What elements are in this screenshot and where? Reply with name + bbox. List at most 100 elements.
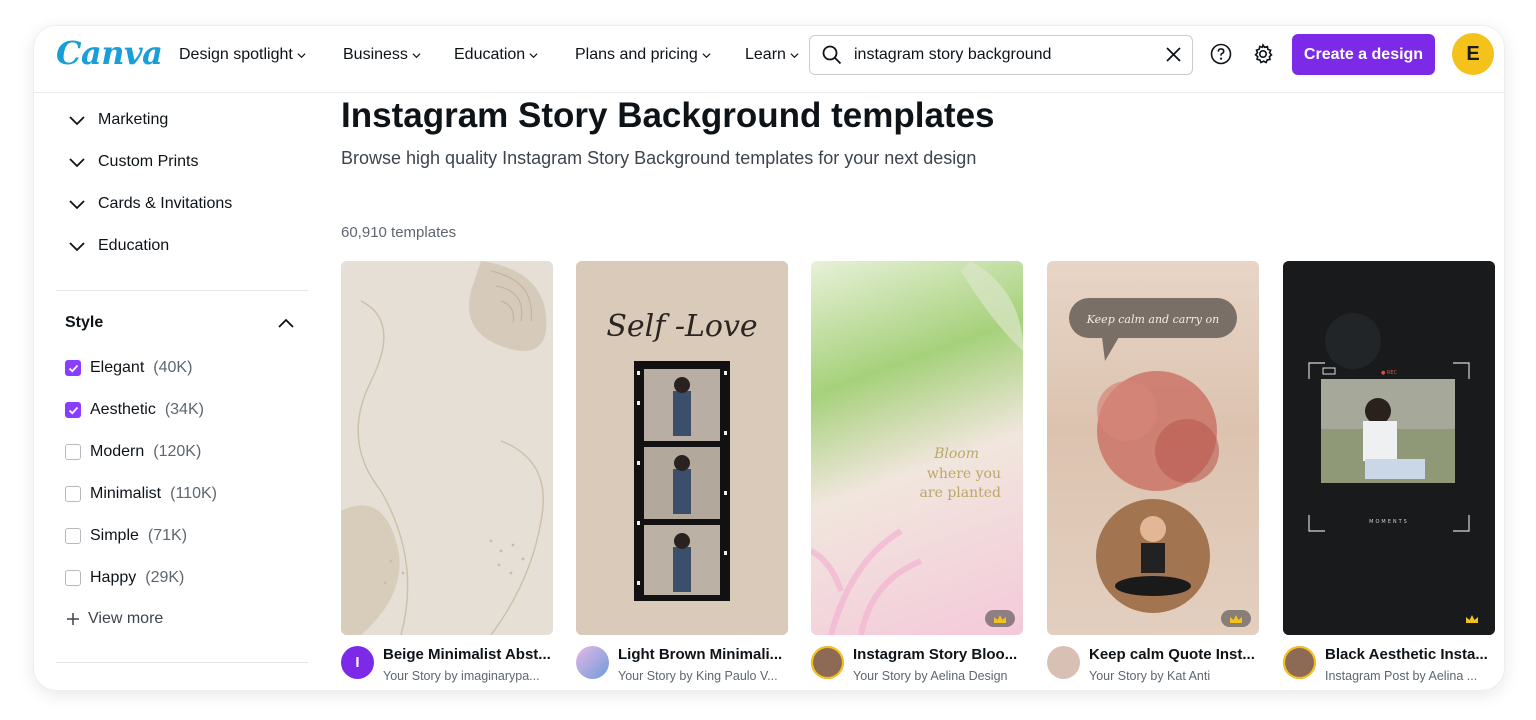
svg-text:Keep calm and carry on: Keep calm and carry on bbox=[1086, 313, 1219, 326]
checkbox-checked[interactable] bbox=[65, 360, 81, 376]
search-icon bbox=[822, 45, 842, 65]
page-title: Instagram Story Background templates bbox=[341, 96, 995, 135]
chevron-down-icon bbox=[702, 52, 711, 58]
checkbox-checked[interactable] bbox=[65, 402, 81, 418]
premium-crown-badge bbox=[1457, 610, 1487, 627]
canva-logo[interactable]: Canva bbox=[56, 34, 163, 72]
svg-text:are planted: are planted bbox=[920, 485, 1001, 501]
create-design-button[interactable]: Create a design bbox=[1292, 34, 1435, 75]
checkbox[interactable] bbox=[65, 570, 81, 586]
premium-crown-badge bbox=[1221, 610, 1251, 627]
template-card-info[interactable]: I Beige Minimalist Abst... Your Story by… bbox=[341, 643, 561, 690]
view-more-button[interactable]: View more bbox=[66, 610, 163, 628]
svg-text:● REC: ● REC bbox=[1381, 370, 1398, 376]
style-option-simple[interactable]: Simple (71K) bbox=[65, 527, 187, 545]
checkbox[interactable] bbox=[65, 444, 81, 460]
style-option-aesthetic[interactable]: Aesthetic (34K) bbox=[65, 401, 204, 419]
template-card-info[interactable]: Instagram Story Bloo... Your Story by Ae… bbox=[811, 643, 1031, 690]
help-icon[interactable] bbox=[1210, 43, 1232, 65]
option-count: (29K) bbox=[145, 569, 185, 586]
template-name[interactable]: Keep calm Quote Inst... bbox=[1089, 646, 1255, 663]
chevron-down-icon bbox=[69, 242, 85, 252]
option-count: (34K) bbox=[164, 401, 204, 418]
nav-plans-pricing[interactable]: Plans and pricing bbox=[575, 46, 711, 64]
template-creator: Your Story by Kat Anti bbox=[1089, 669, 1211, 683]
top-header: Canva Design spotlight Business Educatio… bbox=[34, 26, 1504, 93]
template-card-info[interactable]: Black Aesthetic Insta... Instagram Post … bbox=[1283, 643, 1503, 690]
creator-avatar bbox=[1283, 646, 1316, 679]
nav-business[interactable]: Business bbox=[343, 46, 421, 64]
checkbox[interactable] bbox=[65, 486, 81, 502]
chevron-down-icon bbox=[790, 52, 799, 58]
sidebar-divider bbox=[56, 290, 308, 291]
clear-search-icon[interactable] bbox=[1165, 46, 1182, 63]
style-filter-heading: Style bbox=[65, 314, 104, 331]
category-education[interactable]: Education bbox=[68, 237, 169, 255]
template-creator: Your Story by Aelina Design bbox=[853, 669, 1008, 683]
template-card-info[interactable]: Keep calm Quote Inst... Your Story by Ka… bbox=[1047, 643, 1267, 690]
checkbox[interactable] bbox=[65, 528, 81, 544]
template-name[interactable]: Beige Minimalist Abst... bbox=[383, 646, 551, 663]
svg-text:where you: where you bbox=[927, 466, 1001, 482]
nav-education[interactable]: Education bbox=[454, 46, 538, 64]
browser-frame: Canva Design spotlight Business Educatio… bbox=[34, 26, 1504, 690]
chevron-down-icon bbox=[69, 116, 85, 126]
nav-learn[interactable]: Learn bbox=[745, 46, 799, 64]
style-option-modern[interactable]: Modern (120K) bbox=[65, 443, 201, 461]
nav-label: Design spotlight bbox=[179, 46, 293, 63]
sidebar-divider bbox=[56, 662, 308, 663]
film-strip-illustration: Self -Love bbox=[576, 261, 788, 635]
creator-avatar bbox=[811, 646, 844, 679]
filter-sidebar: Marketing Custom Prints Cards & Invitati… bbox=[34, 92, 324, 690]
plus-icon bbox=[67, 613, 79, 625]
category-custom-prints[interactable]: Custom Prints bbox=[68, 153, 198, 171]
template-creator: Instagram Post by Aelina ... bbox=[1325, 669, 1478, 683]
svg-text:Self -Love: Self -Love bbox=[606, 309, 757, 344]
template-card-thumbnail[interactable]: Keep calm and carry on bbox=[1047, 261, 1259, 635]
search-input[interactable] bbox=[854, 44, 1144, 66]
template-creator: Your Story by imaginarypa... bbox=[383, 669, 540, 683]
option-label: Elegant bbox=[90, 359, 145, 376]
nav-label: Education bbox=[454, 46, 526, 63]
category-label: Marketing bbox=[98, 111, 169, 128]
nav-design-spotlight[interactable]: Design spotlight bbox=[179, 46, 306, 64]
option-label: Aesthetic bbox=[90, 401, 156, 418]
creator-avatar bbox=[576, 646, 609, 679]
category-marketing[interactable]: Marketing bbox=[68, 111, 168, 129]
chevron-down-icon bbox=[529, 52, 538, 58]
template-name[interactable]: Instagram Story Bloo... bbox=[853, 646, 1017, 663]
crown-icon bbox=[1466, 614, 1478, 623]
option-label: Minimalist bbox=[90, 485, 162, 502]
template-name[interactable]: Light Brown Minimali... bbox=[618, 646, 782, 663]
nav-label: Learn bbox=[745, 46, 786, 63]
category-label: Education bbox=[98, 237, 170, 254]
category-cards-invitations[interactable]: Cards & Invitations bbox=[68, 195, 232, 213]
template-name[interactable]: Black Aesthetic Insta... bbox=[1325, 646, 1488, 663]
option-label: Modern bbox=[90, 443, 145, 460]
template-card-info[interactable]: Light Brown Minimali... Your Story by Ki… bbox=[576, 643, 796, 690]
bloom-leaves-illustration: Bloom where you are planted bbox=[811, 261, 1023, 635]
option-count: (40K) bbox=[153, 359, 193, 376]
checkmark-icon bbox=[68, 364, 78, 372]
style-option-elegant[interactable]: Elegant (40K) bbox=[65, 359, 192, 377]
svg-text:MOMENTS: MOMENTS bbox=[1369, 519, 1409, 525]
template-card-thumbnail[interactable]: Self -Love bbox=[576, 261, 788, 635]
creator-avatar: I bbox=[341, 646, 374, 679]
template-card-thumbnail[interactable]: ● REC MOMENTS bbox=[1283, 261, 1495, 635]
style-option-minimalist[interactable]: Minimalist (110K) bbox=[65, 485, 217, 503]
style-option-happy[interactable]: Happy (29K) bbox=[65, 569, 184, 587]
option-count: (71K) bbox=[147, 527, 188, 544]
template-creator: Your Story by King Paulo V... bbox=[618, 669, 778, 683]
option-count: (120K) bbox=[153, 443, 202, 460]
page-subtitle: Browse high quality Instagram Story Back… bbox=[341, 148, 977, 168]
template-card-thumbnail[interactable] bbox=[341, 261, 553, 635]
abstract-shapes-illustration bbox=[341, 261, 553, 635]
chevron-down-icon bbox=[69, 158, 85, 168]
chevron-up-icon[interactable] bbox=[277, 315, 295, 333]
quote-bubble-illustration: Keep calm and carry on bbox=[1069, 298, 1237, 613]
settings-gear-icon[interactable] bbox=[1252, 43, 1274, 65]
template-card-thumbnail[interactable]: Bloom where you are planted bbox=[811, 261, 1023, 635]
option-label: Happy bbox=[90, 569, 137, 586]
category-label: Cards & Invitations bbox=[98, 195, 233, 212]
user-avatar[interactable]: E bbox=[1452, 33, 1494, 75]
